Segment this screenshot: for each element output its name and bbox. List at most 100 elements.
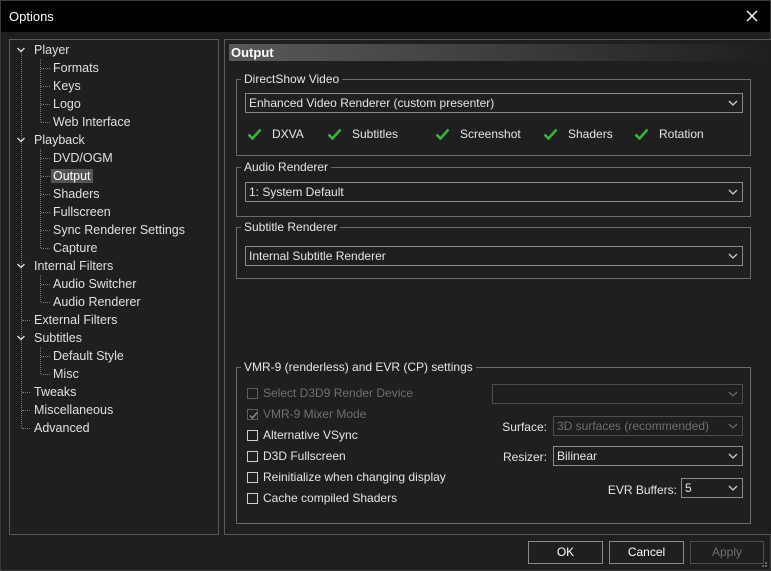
vmr-option-checkbox[interactable]: Alternative VSync: [247, 428, 358, 442]
tree-item[interactable]: Capture: [51, 239, 99, 257]
tree-item[interactable]: Default Style: [51, 347, 126, 365]
capability-item: DXVA: [247, 127, 304, 141]
tree-item-label: Sync Renderer Settings: [53, 223, 186, 237]
tree-item[interactable]: Audio Renderer: [51, 293, 143, 311]
options-window: Options Player Formats Keys Logo Web Interfa…: [0, 0, 771, 571]
tree-item-label: DVD/OGM: [53, 151, 113, 165]
tree-item[interactable]: Logo: [51, 95, 83, 113]
subtitle-renderer-value: Internal Subtitle Renderer: [249, 249, 386, 263]
tree-item[interactable]: Advanced: [32, 419, 92, 437]
chevron-down-icon: [728, 391, 738, 397]
checkmark-icon: [249, 411, 258, 419]
chevron-down-icon[interactable]: [16, 135, 26, 145]
tree-item[interactable]: External Filters: [32, 311, 119, 329]
checkbox-box[interactable]: [247, 471, 258, 483]
vmr-option-checkbox[interactable]: Reinitialize when changing display: [247, 470, 446, 484]
tree-connector-line: [41, 176, 50, 177]
tree-item-label: Audio Renderer: [53, 295, 141, 309]
tree-item[interactable]: Fullscreen: [51, 203, 113, 221]
tree-item[interactable]: Misc: [51, 365, 81, 383]
tree-item-label: Default Style: [53, 349, 124, 363]
tree-item[interactable]: Player: [32, 41, 71, 59]
tree-item-label: Audio Switcher: [53, 277, 137, 291]
tree-item-label: Formats: [53, 61, 99, 75]
chevron-down-icon[interactable]: [16, 45, 26, 55]
tree-item-label: Keys: [53, 79, 81, 93]
tree-item[interactable]: Shaders: [51, 185, 102, 203]
vmr-option-label: Select D3D9 Render Device: [263, 386, 414, 400]
tree-item-label: Subtitles: [34, 331, 82, 345]
tree-connector-line: [41, 104, 50, 105]
checkbox-box[interactable]: [247, 450, 258, 462]
tree-connector-line: [41, 302, 50, 303]
directshow-video-legend: DirectShow Video: [244, 72, 340, 86]
tree-item-label: Advanced: [34, 421, 90, 435]
resizer-select[interactable]: Bilinear: [553, 446, 743, 466]
checkbox-box[interactable]: [247, 387, 258, 399]
tree-item-label: Output: [51, 169, 93, 183]
subtitle-renderer-select[interactable]: Internal Subtitle Renderer: [245, 246, 743, 266]
capability-item: Subtitles: [327, 127, 398, 141]
checkmark-icon: [247, 128, 262, 140]
surface-value: 3D surfaces (recommended): [557, 419, 710, 433]
checkmark-icon: [543, 128, 558, 140]
tree-connector-line: [41, 374, 50, 375]
checkbox-box[interactable]: [247, 492, 258, 504]
page-title: Output: [229, 44, 768, 61]
capability-label: DXVA: [272, 127, 304, 141]
checkmark-icon: [435, 128, 450, 140]
cancel-button[interactable]: Cancel: [609, 541, 684, 564]
tree-item[interactable]: Playback: [32, 131, 87, 149]
tree-item[interactable]: Keys: [51, 77, 83, 95]
ok-button[interactable]: OK: [528, 541, 603, 564]
checkbox-box[interactable]: [247, 429, 258, 441]
tree-item-label: Shaders: [53, 187, 100, 201]
audio-renderer-legend: Audio Renderer: [244, 160, 329, 174]
directshow-video-select[interactable]: Enhanced Video Renderer (custom presente…: [245, 93, 743, 113]
vmr-option-label: Cache compiled Shaders: [263, 491, 398, 505]
tree-item[interactable]: Formats: [51, 59, 101, 77]
tree-item[interactable]: Audio Switcher: [51, 275, 138, 293]
evr-buffers-select[interactable]: 5: [681, 478, 743, 498]
tree-connector-line: [41, 356, 50, 357]
d3d9-device-select[interactable]: [492, 384, 743, 404]
chevron-down-icon: [728, 189, 738, 195]
tree-item[interactable]: Miscellaneous: [32, 401, 115, 419]
tree-connector-line: [22, 392, 30, 393]
tree-item-label: Internal Filters: [34, 259, 114, 273]
vmr-option-label: D3D Fullscreen: [263, 449, 346, 463]
audio-renderer-select[interactable]: 1: System Default: [245, 182, 743, 202]
tree-item-label: External Filters: [34, 313, 118, 327]
tree-item[interactable]: Output: [51, 167, 93, 185]
vmr-option-checkbox[interactable]: Select D3D9 Render Device: [247, 386, 413, 400]
chevron-down-icon: [728, 453, 738, 459]
vmr-option-checkbox[interactable]: VMR-9 Mixer Mode: [247, 407, 366, 421]
tree-item[interactable]: Internal Filters: [32, 257, 115, 275]
resizer-value: Bilinear: [557, 449, 598, 463]
chevron-down-icon: [728, 423, 738, 429]
tree-item-label: Capture: [53, 241, 98, 255]
chevron-down-icon[interactable]: [16, 261, 26, 271]
title-bar: Options: [1, 1, 770, 32]
tree-item[interactable]: Tweaks: [32, 383, 78, 401]
checkbox-box[interactable]: [247, 408, 258, 420]
surface-select[interactable]: 3D surfaces (recommended): [553, 416, 743, 436]
capability-item: Shaders: [543, 127, 613, 141]
audio-renderer-value: 1: System Default: [249, 185, 344, 199]
vmr-option-checkbox[interactable]: Cache compiled Shaders: [247, 491, 397, 505]
apply-button[interactable]: Apply: [690, 541, 764, 564]
tree-item[interactable]: DVD/OGM: [51, 149, 115, 167]
tree-item[interactable]: Subtitles: [32, 329, 84, 347]
resize-grip-icon[interactable]: [758, 558, 768, 568]
options-tree[interactable]: Player Formats Keys Logo Web Interface Playba…: [9, 39, 219, 535]
vmr-option-checkbox[interactable]: D3D Fullscreen: [247, 449, 346, 463]
tree-item[interactable]: Web Interface: [51, 113, 133, 131]
vmr9-evr-legend: VMR-9 (renderless) and EVR (CP) settings: [244, 360, 473, 374]
tree-item[interactable]: Sync Renderer Settings: [51, 221, 187, 239]
close-button[interactable]: [740, 5, 764, 27]
vmr-option-label: Reinitialize when changing display: [263, 470, 446, 484]
capability-item: Screenshot: [435, 127, 521, 141]
chevron-down-icon: [728, 253, 738, 259]
chevron-down-icon[interactable]: [16, 333, 26, 343]
evr-buffers-value: 5: [685, 481, 692, 495]
